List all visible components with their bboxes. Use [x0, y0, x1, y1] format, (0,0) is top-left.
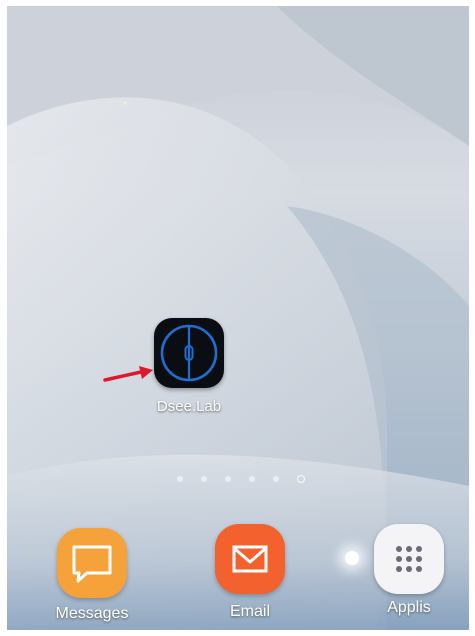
- apps-drawer-label: Applis: [387, 599, 431, 616]
- dsee-lab-app-icon[interactable]: [154, 318, 224, 388]
- messages-app-icon[interactable]: [57, 528, 127, 598]
- chat-bubble-icon: [72, 545, 112, 583]
- messages-app-label: Messages: [55, 605, 129, 622]
- light-reflection: [345, 551, 359, 565]
- page-dot[interactable]: [177, 476, 183, 482]
- page-dot[interactable]: [273, 476, 279, 482]
- page-dot-current[interactable]: [297, 475, 305, 483]
- home-screen: Dsee.Lab Messages Email Applis: [7, 6, 469, 630]
- envelope-icon: [232, 545, 268, 573]
- page-dot[interactable]: [249, 476, 255, 482]
- page-indicator: [177, 475, 305, 483]
- page-dot[interactable]: [201, 476, 207, 482]
- apps-drawer-icon[interactable]: [374, 524, 444, 594]
- page-dot[interactable]: [225, 476, 231, 482]
- apps-grid-icon: [396, 546, 422, 572]
- annotation-arrow: [103, 366, 153, 382]
- email-app-label: Email: [229, 603, 270, 620]
- email-app-icon[interactable]: [215, 524, 285, 594]
- dsee-lab-app-label: Dsee.Lab: [156, 398, 222, 415]
- compass-app-icon: [160, 324, 218, 382]
